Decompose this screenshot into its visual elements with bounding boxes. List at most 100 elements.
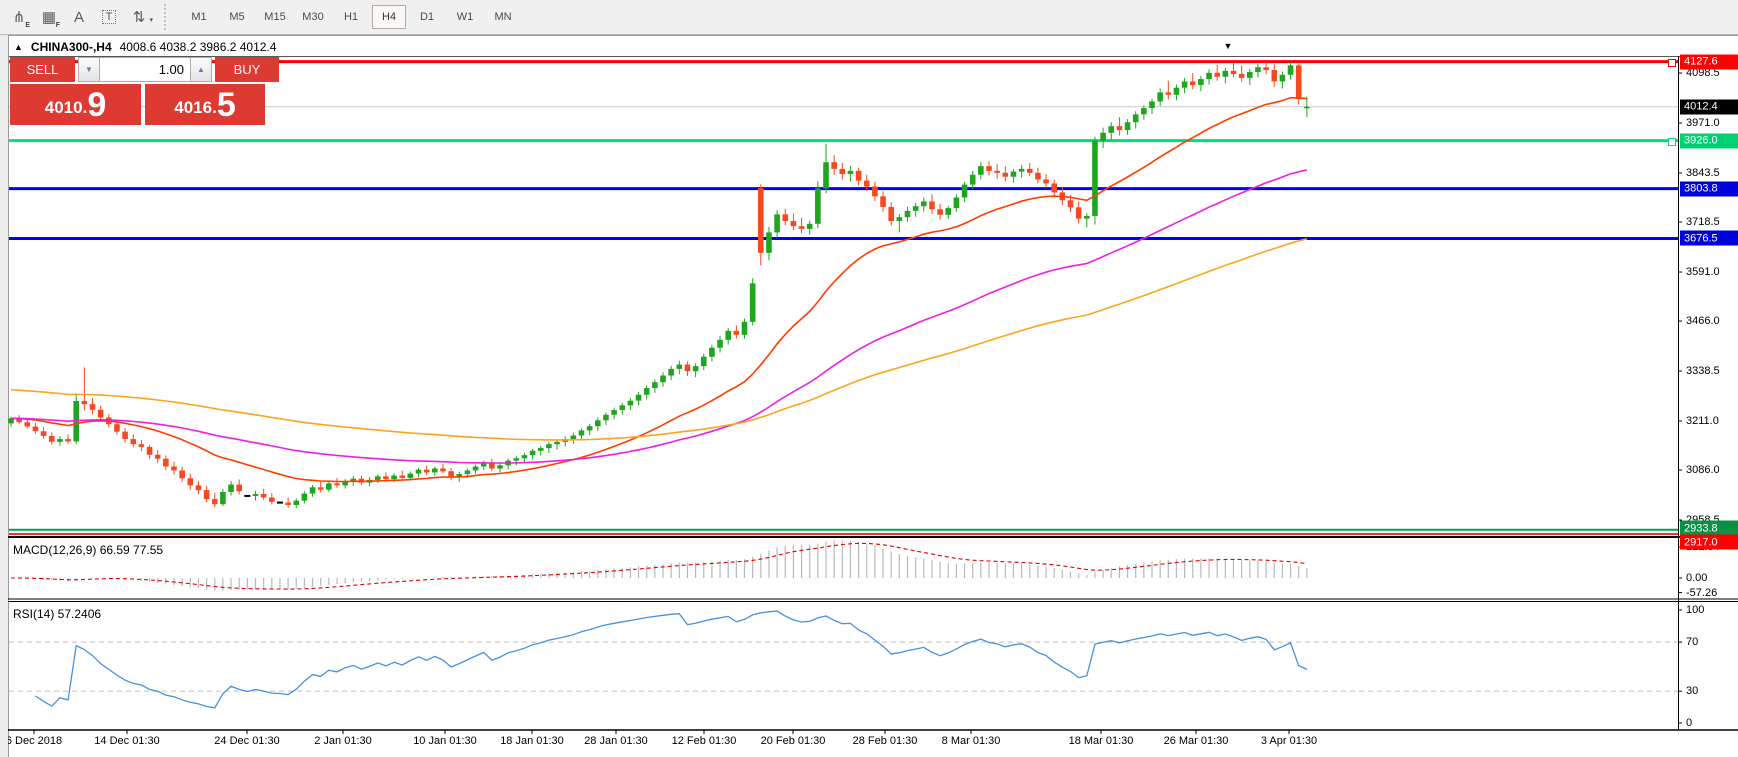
candle [782, 214, 789, 222]
candle [317, 487, 324, 490]
candle [831, 162, 837, 169]
candle [497, 465, 503, 469]
candle [863, 180, 870, 187]
candle [334, 483, 340, 486]
candle [1157, 92, 1163, 102]
candle [1084, 215, 1090, 219]
rsi-axis-tick: 30 [1686, 685, 1699, 698]
candle [912, 206, 919, 211]
buy-button[interactable]: BUY [215, 57, 279, 82]
candle [1018, 168, 1025, 172]
candle [652, 382, 658, 389]
candle [293, 500, 300, 505]
arrows-tool-icon[interactable]: ⇅ ▾ [125, 4, 153, 30]
candle [586, 426, 593, 431]
candle [1132, 114, 1139, 123]
price-axis-tick: 3211.0 [1686, 415, 1719, 428]
candle [301, 493, 308, 501]
price-badge: 2933.8 [1680, 520, 1738, 536]
ask-price-pips: 5 [216, 86, 236, 124]
volume-decrease-button[interactable]: ▼ [78, 57, 100, 82]
candle [1092, 140, 1098, 216]
current-price-badge: 4012.4 [1680, 99, 1738, 115]
candle [855, 170, 862, 181]
slow-ma [10, 238, 1308, 441]
timeframe-button-m5[interactable]: M5 [220, 5, 254, 29]
candle [676, 364, 683, 369]
candle [391, 475, 397, 480]
hline-handle[interactable] [1668, 58, 1676, 67]
candle [1051, 183, 1057, 193]
candle [684, 364, 691, 372]
candle [472, 466, 479, 471]
candle [1198, 79, 1204, 85]
toolbar-drag-handle[interactable] [164, 4, 174, 30]
candle [57, 439, 63, 442]
candle [1271, 70, 1278, 82]
timeframe-button-m30[interactable]: M30 [296, 5, 330, 29]
candle [611, 410, 617, 415]
price-axis-tick: 3843.5 [1686, 167, 1720, 179]
rsi-label: RSI(14) 57.2406 [13, 607, 102, 621]
candle [774, 214, 780, 233]
candle [700, 356, 707, 367]
candle [627, 400, 634, 406]
collapse-icon[interactable]: ▲ [14, 42, 23, 52]
time-axis-label: 3 Apr 01:30 [1260, 735, 1318, 747]
rsi-axis-tick: 0 [1686, 717, 1693, 729]
candle [1067, 200, 1074, 208]
one-click-trading-panel: SELL ▼ ▲ BUY 4010 . 9 4016 . 5 [10, 57, 292, 125]
candle [994, 170, 1000, 173]
rsi-axis-tick: 100 [1686, 604, 1705, 616]
symbol-title: CHINA300-,H4 [30, 40, 112, 54]
time-axis-label: 6 Dec 2018 [5, 735, 63, 747]
candle [40, 431, 47, 436]
timeframe-button-m1[interactable]: M1 [182, 5, 216, 29]
candle [432, 468, 438, 473]
timeframe-button-d1[interactable]: D1 [410, 5, 444, 29]
text-label-tool-icon[interactable]: T [95, 4, 123, 30]
macd-axis-tick: -57.26 [1686, 586, 1718, 599]
drawing-toolbar: ⋔ E ▦ F A T ⇅ ▾ M1 M5 M15 M30 H1 H4 D1 W1 MN [0, 0, 1738, 35]
candle [81, 401, 88, 405]
candle [383, 476, 389, 480]
bid-price-display[interactable]: 4010 . 9 [10, 84, 141, 125]
candle [758, 188, 764, 253]
candle [521, 455, 528, 459]
rsi-line [35, 610, 1308, 709]
candle [440, 468, 446, 472]
candle [309, 487, 316, 494]
price-axis-tick: 3338.5 [1686, 365, 1720, 378]
candle [89, 404, 96, 410]
hline-handle[interactable] [1668, 137, 1676, 146]
candle [896, 217, 903, 222]
candle [1100, 132, 1106, 141]
text-tool-icon[interactable]: A [65, 4, 93, 30]
chart-header: ▲ CHINA300-,H4 4008.6 4038.2 3986.2 4012… [14, 39, 276, 55]
time-axis-label: 14 Dec 01:30 [94, 735, 160, 747]
timeframe-button-m15[interactable]: M15 [258, 5, 292, 29]
candle [1010, 171, 1017, 177]
volume-input[interactable] [100, 57, 190, 82]
candle [146, 446, 153, 455]
price-badge: 3803.8 [1680, 181, 1738, 197]
pitchfork-tool-icon[interactable]: ⋔ E [5, 4, 33, 30]
timeframe-button-h4[interactable]: H4 [372, 5, 406, 29]
candle [888, 206, 894, 222]
candle [921, 201, 927, 207]
candle [48, 435, 55, 442]
time-axis-label: 12 Feb 01:30 [671, 735, 737, 747]
timeframe-button-w1[interactable]: W1 [448, 5, 482, 29]
candle [1149, 101, 1155, 109]
timeframe-button-mn[interactable]: MN [486, 5, 520, 29]
candle [969, 174, 976, 185]
candle [1287, 65, 1294, 75]
candle [570, 435, 577, 440]
price-axis-tick: 3971.0 [1686, 117, 1720, 129]
timeframe-button-h1[interactable]: H1 [334, 5, 368, 29]
fibonacci-grid-icon[interactable]: ▦ F [35, 4, 63, 30]
volume-increase-button[interactable]: ▲ [190, 57, 212, 82]
ask-price-display[interactable]: 4016 . 5 [145, 84, 265, 125]
candle [660, 375, 666, 383]
sell-button[interactable]: SELL [10, 57, 75, 82]
